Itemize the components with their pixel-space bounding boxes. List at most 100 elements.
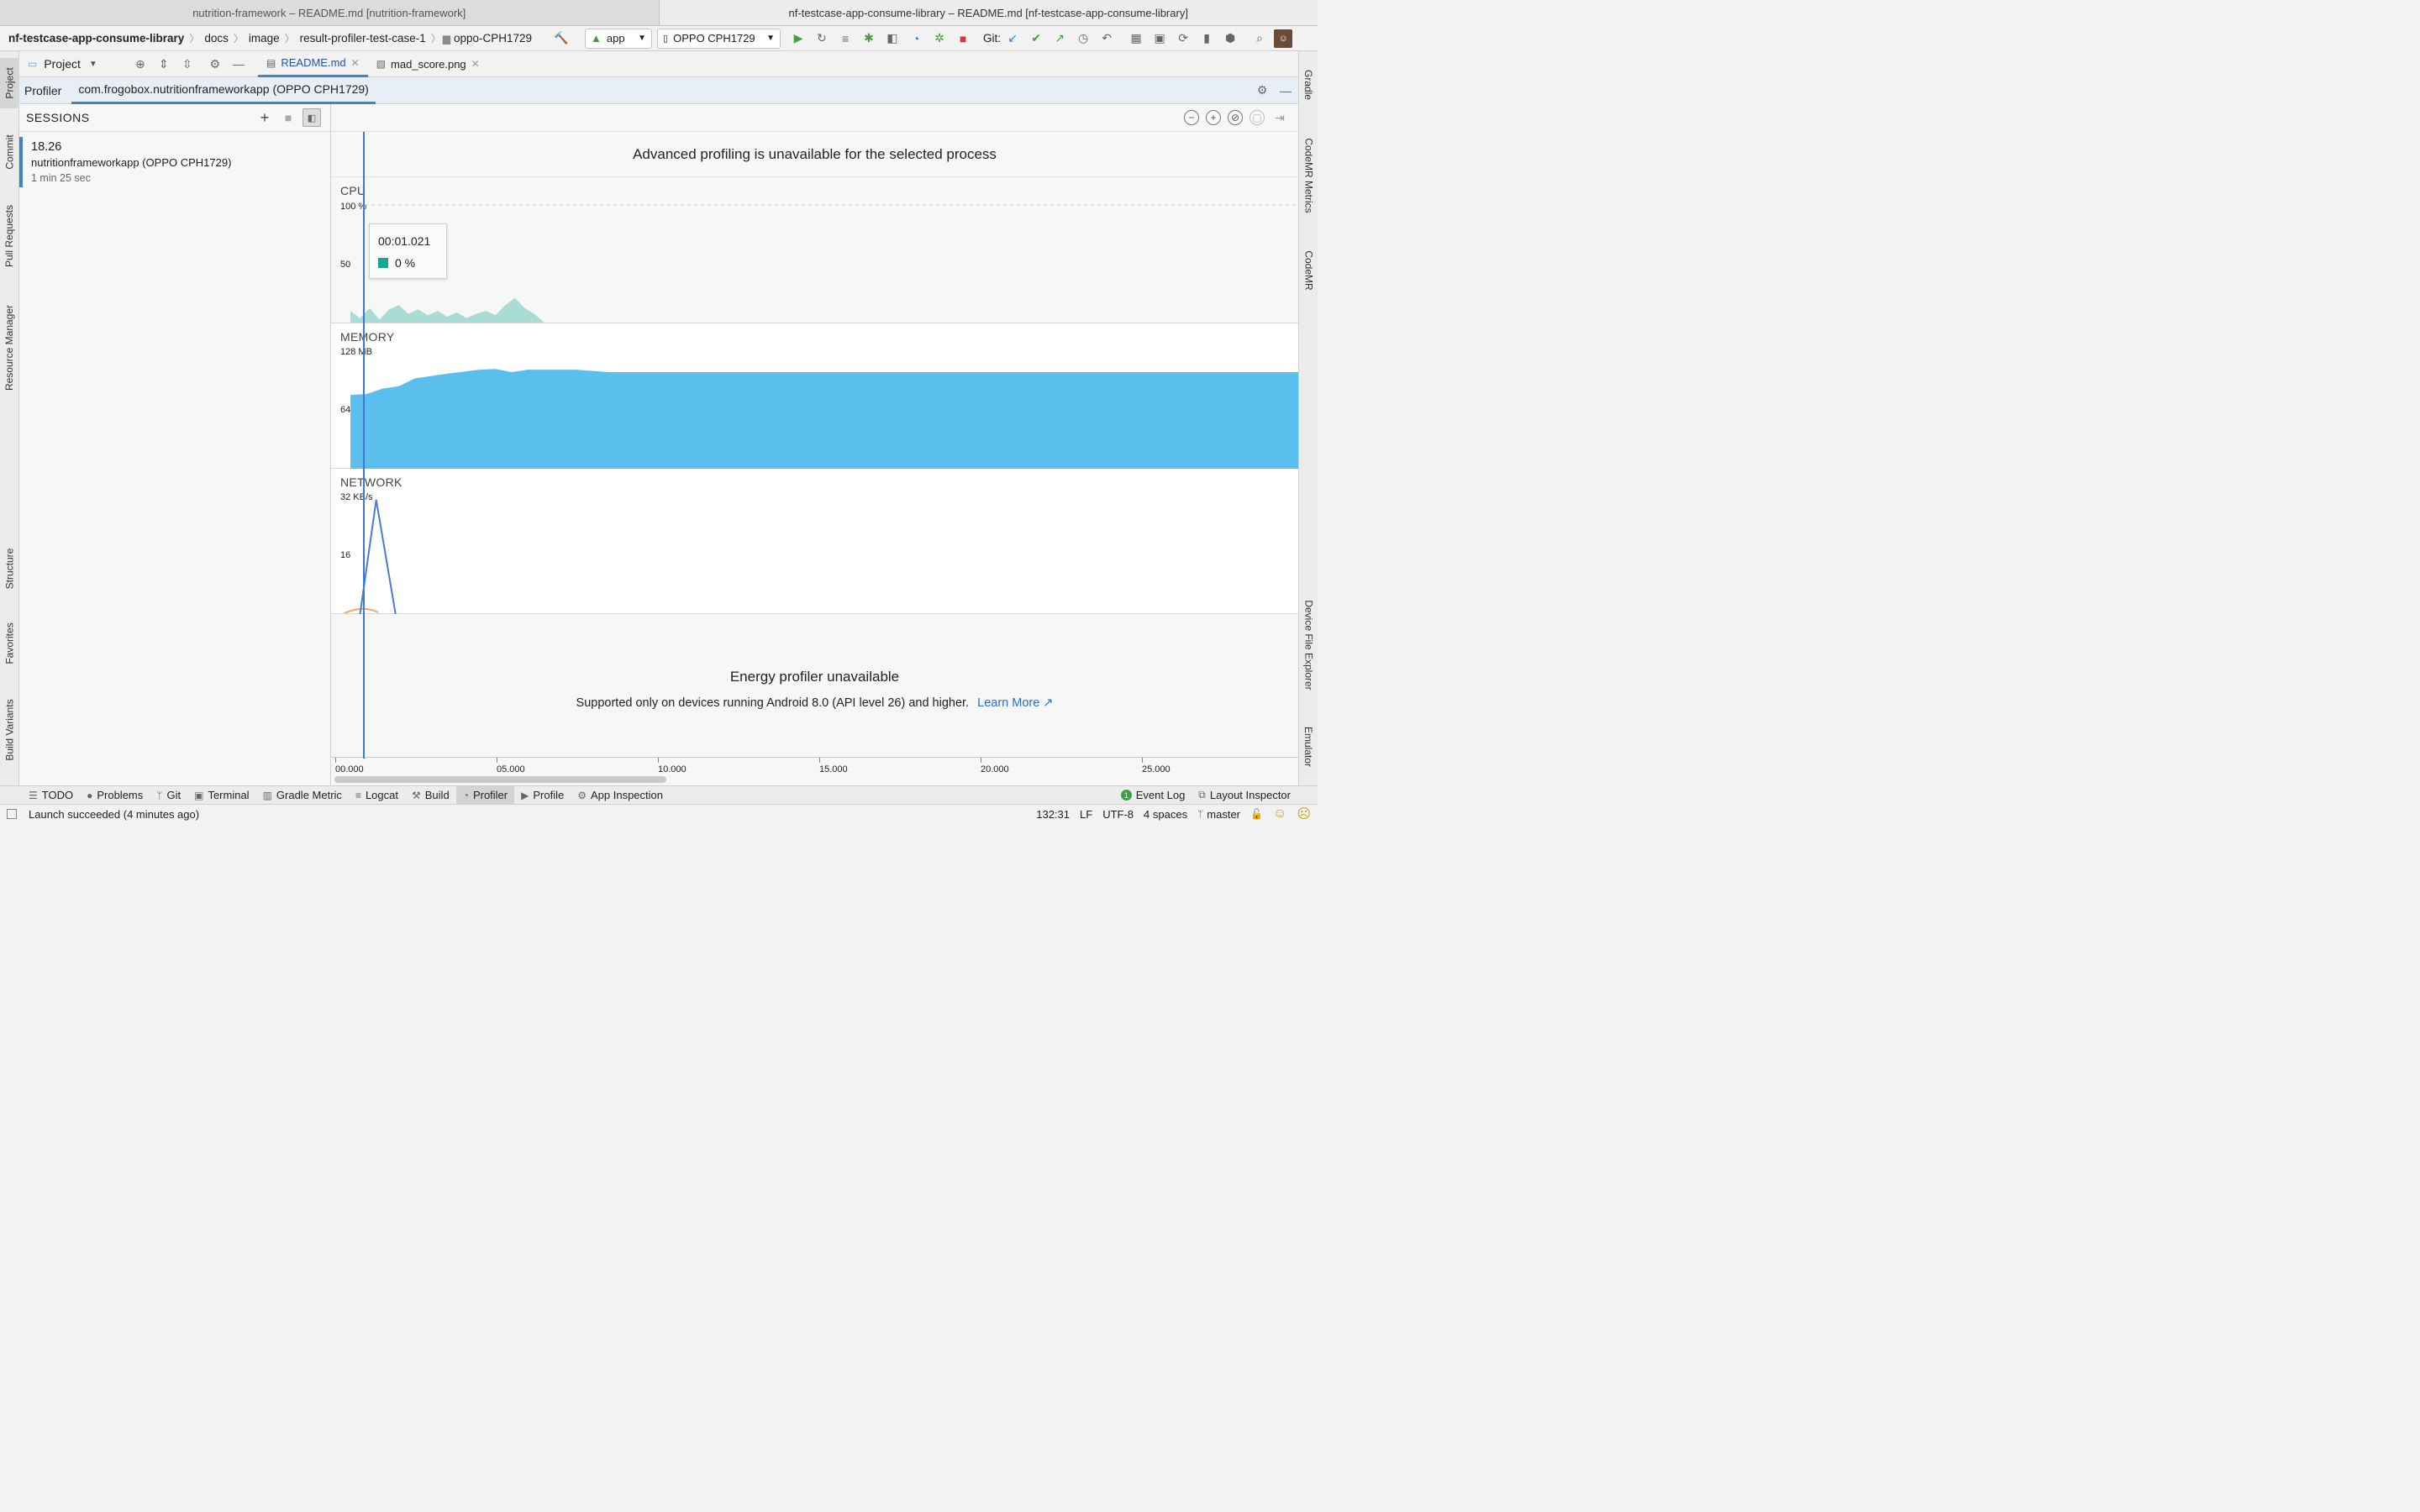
timeline-scrollbar[interactable] — [334, 776, 666, 783]
tool-tab-structure[interactable]: Structure — [0, 537, 19, 601]
go-live-icon[interactable]: ⇥ — [1270, 108, 1289, 127]
profile-icon[interactable]: ◔ — [907, 29, 925, 48]
memory-track[interactable]: MEMORY 128 MB 64 — [331, 323, 1298, 469]
tool-tab-project[interactable]: Project — [0, 58, 19, 108]
tool-git[interactable]: ᛘ Git — [150, 786, 187, 805]
status-message[interactable]: Launch succeeded (4 minutes ago) — [29, 808, 199, 821]
sdk-manager-icon[interactable]: ⬢ — [1221, 29, 1239, 48]
apply-changes-icon[interactable]: ↻ — [813, 29, 831, 48]
lock-icon[interactable]: 🔓 — [1250, 808, 1263, 820]
apply-code-icon[interactable]: ≡ — [836, 29, 855, 48]
learn-more-link[interactable]: Learn More ↗ — [977, 696, 1053, 710]
tool-tab-device-file-explorer[interactable]: Device File Explorer — [1299, 591, 1318, 700]
run-config-select[interactable]: ▲ app ▼ — [585, 28, 653, 49]
editor-tab-mad-score[interactable]: ▧ mad_score.png ✕ — [368, 51, 488, 77]
tool-event-log[interactable]: 1 Event Log — [1114, 786, 1192, 805]
search-icon[interactable]: ⌕ — [1250, 29, 1269, 48]
tool-problems[interactable]: ● Problems — [80, 786, 150, 805]
close-icon[interactable]: ✕ — [351, 57, 360, 69]
hammer-icon[interactable]: 🔨 — [552, 29, 571, 48]
tab-profiler[interactable]: Profiler — [19, 77, 68, 104]
close-icon[interactable]: ✕ — [471, 58, 480, 70]
timeline-cursor[interactable] — [363, 132, 365, 759]
tool-profiler[interactable]: ◔ Profiler — [455, 785, 515, 805]
breadcrumb-docs[interactable]: docs — [201, 32, 232, 45]
run-icon[interactable]: ▶ — [789, 29, 808, 48]
tooltip-value-row: 0 % — [378, 256, 438, 270]
rollback-icon[interactable]: ↶ — [1097, 29, 1116, 48]
breadcrumb-image[interactable]: image — [245, 32, 283, 45]
tool-gradle-metric[interactable]: ▥ Gradle Metric — [256, 786, 349, 805]
editor-tab-readme[interactable]: ▤ README.md ✕ — [258, 51, 368, 77]
tool-tab-pull-requests[interactable]: Pull Requests — [0, 196, 19, 276]
tool-todo[interactable]: ☰ TODO — [22, 786, 80, 805]
tab-process[interactable]: com.frogobox.nutritionframeworkapp (OPPO… — [71, 77, 376, 104]
breadcrumb-oppo[interactable]: oppo-CPH1729 — [450, 32, 535, 45]
session-item[interactable]: 18.26 nutritionframeworkapp (OPPO CPH172… — [19, 137, 330, 187]
coverage-icon[interactable]: ◧ — [883, 29, 902, 48]
zoom-in-icon[interactable]: + — [1206, 110, 1221, 125]
breadcrumb-project[interactable]: nf-testcase-app-consume-library — [5, 32, 187, 45]
time-ruler[interactable]: 00.000 05.000 10.000 15.000 20.000 25.00… — [331, 757, 1298, 785]
network-track[interactable]: NETWORK 32 KB/s 16 — [331, 469, 1298, 614]
folder-icon: ▆ — [442, 32, 450, 45]
tool-tab-codemr-metrics[interactable]: CodeMR Metrics — [1299, 129, 1318, 223]
stop-icon[interactable]: ■ — [954, 29, 972, 48]
collapse-all-icon[interactable]: ⇳ — [178, 55, 197, 73]
avatar[interactable]: ☺ — [1274, 29, 1293, 48]
feedback-happy-icon[interactable]: ☺ — [1273, 806, 1286, 822]
tool-tab-build-variants[interactable]: Build Variants — [0, 690, 19, 770]
gear-icon[interactable]: ⚙ — [1253, 81, 1271, 100]
file-encoding[interactable]: UTF-8 — [1102, 808, 1134, 821]
device-manager-icon[interactable]: ▮ — [1197, 29, 1216, 48]
window-tab-nutrition-framework[interactable]: nutrition-framework – README.md [nutriti… — [0, 0, 659, 25]
tooltip-value: 0 % — [395, 256, 416, 270]
tool-tab-emulator[interactable]: Emulator — [1299, 719, 1318, 774]
tool-tab-favorites[interactable]: Favorites — [0, 614, 19, 673]
locate-icon[interactable]: ⊕ — [131, 55, 150, 73]
stop-session-icon[interactable]: ■ — [279, 108, 297, 127]
tool-logcat[interactable]: ≡ Logcat — [349, 786, 405, 805]
toggle-tool-windows-icon[interactable] — [7, 809, 17, 819]
tool-app-inspection[interactable]: ⚙ App Inspection — [571, 786, 670, 805]
hide-icon[interactable]: — — [1276, 81, 1295, 100]
debug-icon[interactable]: ✱ — [860, 29, 878, 48]
cpu-track[interactable]: CPU 100 % 50 — [331, 177, 1298, 323]
gear-icon[interactable]: ⚙ — [206, 55, 224, 73]
git-update-icon[interactable]: ↙ — [1003, 29, 1022, 48]
tool-tab-codemr[interactable]: CodeMR — [1299, 241, 1318, 300]
gradle-sync-icon[interactable]: ⟳ — [1174, 29, 1192, 48]
collapse-panel-icon[interactable]: ◧ — [302, 108, 321, 127]
tool-profile[interactable]: ▶ Profile — [514, 786, 571, 805]
avd-manager-icon[interactable]: ▣ — [1150, 29, 1169, 48]
caret-position[interactable]: 132:31 — [1036, 808, 1070, 821]
tool-tab-commit[interactable]: Commit — [0, 127, 19, 177]
tool-build[interactable]: ⚒ Build — [405, 786, 456, 805]
tool-terminal[interactable]: ▣ Terminal — [187, 786, 255, 805]
reset-zoom-icon[interactable]: ⊘ — [1228, 110, 1243, 125]
history-icon[interactable]: ◷ — [1074, 29, 1092, 48]
git-branch[interactable]: ᛘ master — [1197, 808, 1240, 821]
zoom-to-selection-icon[interactable]: ▢ — [1249, 110, 1265, 125]
tool-tab-gradle[interactable]: Gradle — [1299, 60, 1318, 110]
device-select[interactable]: ▯ OPPO CPH1729 ▼ — [657, 28, 781, 49]
tool-tab-resource-manager[interactable]: Resource Manager — [0, 295, 19, 401]
window-tab-nf-testcase[interactable]: nf-testcase-app-consume-library – README… — [658, 0, 1318, 25]
indent-setting[interactable]: 4 spaces — [1144, 808, 1187, 821]
breadcrumb-result-folder[interactable]: result-profiler-test-case-1 — [297, 32, 429, 45]
hide-icon[interactable]: — — [229, 55, 248, 73]
expand-all-icon[interactable]: ⇕ — [155, 55, 173, 73]
tool-label: Gradle Metric — [276, 789, 342, 801]
line-separator[interactable]: LF — [1080, 808, 1092, 821]
tool-layout-inspector[interactable]: ⧉ Layout Inspector — [1192, 786, 1297, 805]
zoom-out-icon[interactable]: − — [1184, 110, 1199, 125]
attach-debugger-icon[interactable]: ✲ — [930, 29, 949, 48]
project-structure-icon[interactable]: ▦ — [1127, 29, 1145, 48]
project-view-select[interactable]: Project — [44, 57, 81, 71]
feedback-sad-icon[interactable]: ☹ — [1297, 806, 1311, 822]
git-commit-icon[interactable]: ✔ — [1027, 29, 1045, 48]
git-push-icon[interactable]: ↗ — [1050, 29, 1069, 48]
tool-tab-label: CodeMR — [1302, 250, 1315, 291]
add-session-icon[interactable]: + — [255, 108, 274, 127]
chevron-down-icon[interactable]: ▼ — [89, 60, 97, 69]
